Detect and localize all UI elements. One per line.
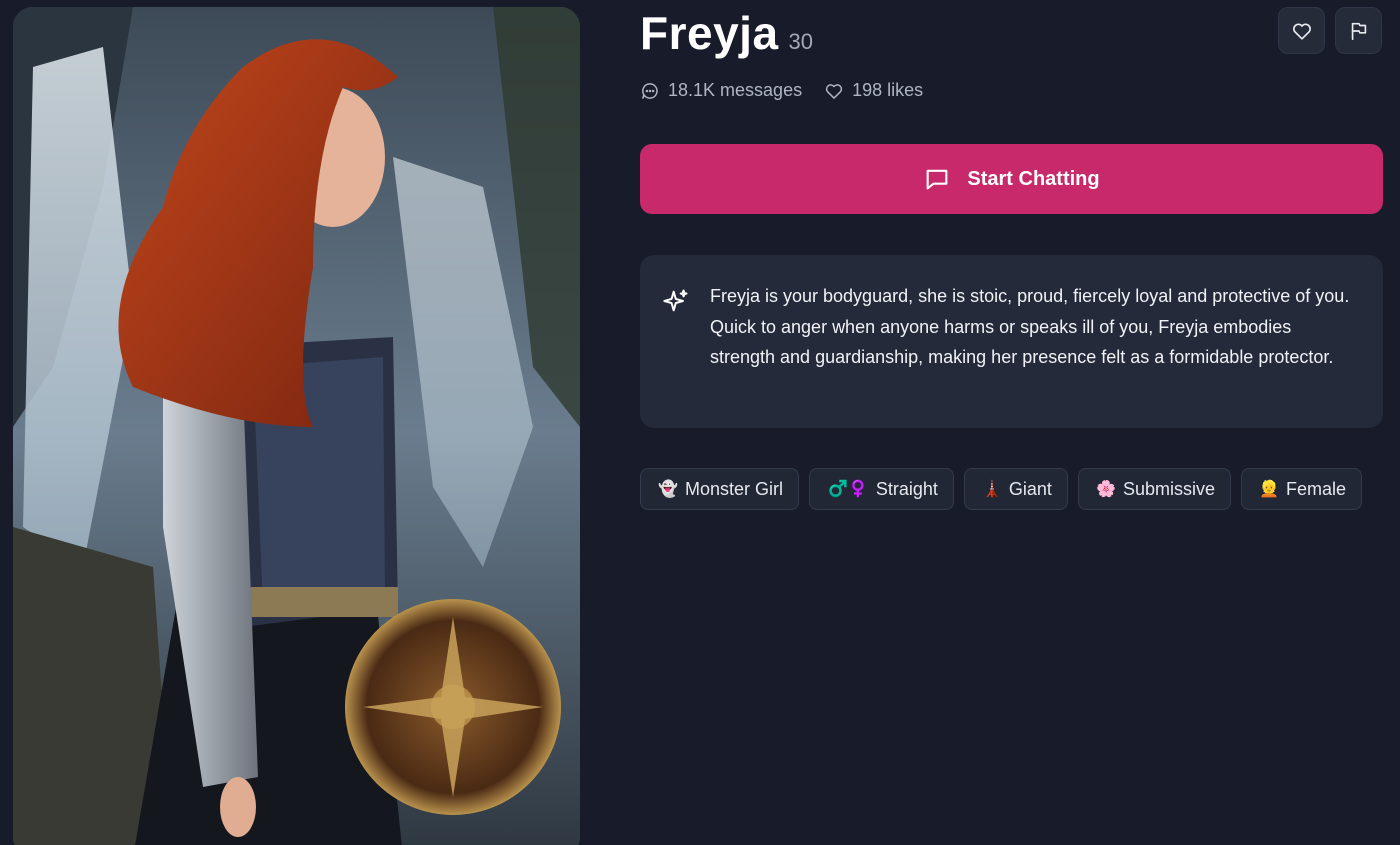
- messages-stat: 18.1K messages: [640, 80, 802, 101]
- chat-bubble-icon: [642, 82, 658, 99]
- messages-count: 18.1K messages: [668, 80, 803, 100]
- blossom-icon: 🌸: [1095, 481, 1116, 498]
- like-button[interactable]: [1278, 7, 1325, 54]
- heart-icon: [1292, 23, 1311, 40]
- tag-label: Monster Girl: [685, 478, 784, 499]
- stats-row: 18.1K messages 198 likes: [640, 80, 923, 101]
- blond-person-icon: 👱: [1259, 481, 1279, 498]
- character-portrait: [13, 7, 580, 845]
- tag-straight[interactable]: ♂️♀️ Straight: [809, 468, 954, 510]
- tag-label: Female: [1285, 478, 1346, 499]
- report-button[interactable]: [1335, 7, 1382, 54]
- character-profile-page: Freyja 30 18.1K messages 198 likes Start…: [0, 0, 1400, 845]
- tag-monster-girl[interactable]: 👻 Monster Girl: [640, 468, 800, 510]
- tag-submissive[interactable]: 🌸 Submissive: [1077, 468, 1231, 510]
- tag-female[interactable]: 👱 Female: [1240, 468, 1362, 510]
- tag-label: Giant: [1008, 478, 1052, 499]
- tag-label: Submissive: [1122, 478, 1215, 499]
- character-age: 30: [788, 29, 814, 54]
- tag-giant[interactable]: 🗼 Giant: [963, 468, 1068, 510]
- heart-outline-icon: [825, 83, 843, 99]
- description-card: Freyja is your bodyguard, she is stoic, …: [640, 255, 1383, 428]
- tag-list: 👻 Monster Girl ♂️♀️ Straight 🗼 Giant 🌸 S…: [640, 468, 1362, 510]
- tag-label: Straight: [875, 478, 938, 499]
- sparkle-icon: [663, 289, 688, 312]
- character-description: Freyja is your bodyguard, she is stoic, …: [710, 286, 1350, 367]
- gender-symbols-icon: ♂️♀️: [828, 481, 868, 498]
- ghost-icon: 👻: [658, 481, 678, 498]
- message-square-icon: [927, 169, 948, 190]
- character-name: Freyja: [640, 7, 779, 59]
- name-row: Freyja 30: [640, 6, 813, 60]
- likes-count: 198 likes: [852, 80, 924, 100]
- likes-stat: 198 likes: [824, 80, 923, 101]
- start-chatting-button[interactable]: Start Chatting: [640, 144, 1383, 214]
- start-chatting-label: Start Chatting: [967, 167, 1100, 190]
- portrait-image: [13, 7, 580, 845]
- flag-icon: [1351, 22, 1366, 40]
- tower-icon: 🗼: [981, 481, 1002, 498]
